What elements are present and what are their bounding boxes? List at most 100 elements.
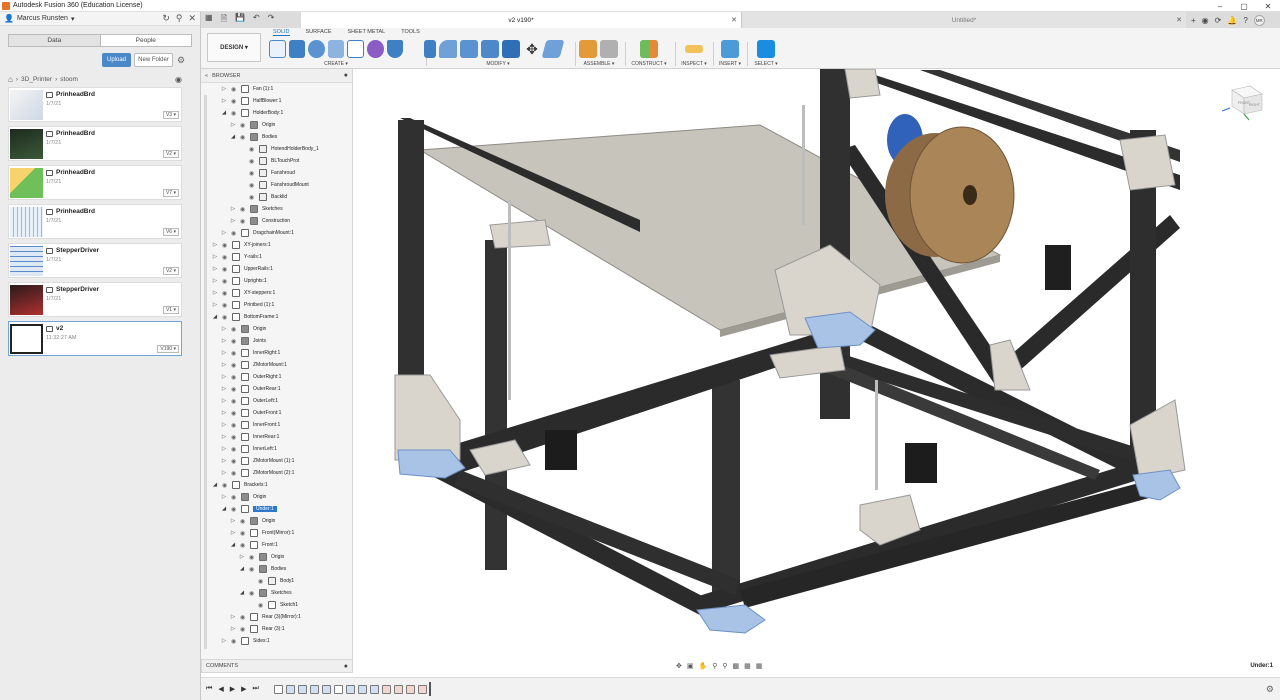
maximize-button[interactable]: ▢: [1232, 0, 1256, 12]
avatar[interactable]: MR: [1253, 14, 1265, 26]
close-icon[interactable]: ✕: [188, 13, 196, 24]
visibility-eye-icon[interactable]: ◉: [231, 374, 238, 381]
visibility-eye-icon[interactable]: ◉: [240, 134, 247, 141]
revolve-icon[interactable]: [308, 40, 325, 58]
expand-toggle-icon[interactable]: ▷: [221, 338, 227, 344]
visibility-eye-icon[interactable]: ◉: [249, 566, 256, 573]
shell-modify-icon[interactable]: [481, 40, 499, 58]
visibility-eye-icon[interactable]: ◉: [249, 170, 256, 177]
expand-toggle-icon[interactable]: ◢: [221, 110, 227, 116]
expand-toggle-icon[interactable]: ▷: [239, 554, 245, 560]
visibility-eye-icon[interactable]: ◉: [231, 506, 238, 513]
tree-node[interactable]: ◢ ◉ Brackets:1: [212, 479, 268, 491]
tree-node[interactable]: ▷ ◉ Sketches: [230, 203, 283, 215]
expand-toggle-icon[interactable]: ▷: [212, 290, 218, 296]
fit-icon[interactable]: ⚲: [722, 662, 727, 670]
tab-people[interactable]: People: [99, 35, 192, 46]
file-card[interactable]: v2 11:32:27 AM V190 ▾: [8, 321, 182, 356]
tree-node[interactable]: ▷ ◉ ZMotorMount (1):1: [221, 455, 294, 467]
tree-node[interactable]: ◢ ◉ Under:1: [221, 503, 277, 515]
tree-node[interactable]: ▷ ◉ Origin: [230, 119, 275, 131]
file-card[interactable]: PrinheadBrd 1/7/21 V2 ▾: [8, 126, 182, 161]
file-card[interactable]: PrinheadBrd 1/7/21 V7 ▾: [8, 165, 182, 200]
step-forward-icon[interactable]: ▶: [241, 685, 246, 693]
sweep-icon[interactable]: [327, 40, 345, 58]
user-name[interactable]: Marcus Runsten: [17, 15, 68, 22]
pattern-icon[interactable]: [347, 40, 364, 58]
visibility-eye-icon[interactable]: ◉: [249, 158, 256, 165]
visibility-eye-icon[interactable]: ◉: [231, 386, 238, 393]
chamfer-icon[interactable]: [460, 40, 478, 58]
expand-toggle-icon[interactable]: ▷: [212, 266, 218, 272]
visibility-eye-icon[interactable]: ◉: [249, 194, 256, 201]
look-at-icon[interactable]: ▣: [687, 662, 694, 670]
version-badge[interactable]: V2 ▾: [162, 150, 179, 158]
visibility-eye-icon[interactable]: ◉: [258, 602, 265, 609]
tree-node[interactable]: ▷ ◉ XY-steppers:1: [212, 287, 275, 299]
visibility-eye-icon[interactable]: ◉: [231, 422, 238, 429]
home-icon[interactable]: ⌂: [8, 75, 13, 84]
visibility-eye-icon[interactable]: ◉: [231, 494, 238, 501]
expand-toggle-icon[interactable]: ▷: [221, 470, 227, 476]
new-folder-button[interactable]: New Folder: [134, 53, 173, 67]
help-icon[interactable]: ?: [1243, 16, 1247, 25]
timeline-feature-icon[interactable]: [274, 684, 283, 694]
expand-toggle-icon[interactable]: ▷: [221, 350, 227, 356]
expand-toggle-icon[interactable]: ▷: [230, 218, 236, 224]
tree-node[interactable]: ▷ ◉ OuterLeft:1: [221, 395, 278, 407]
visibility-eye-icon[interactable]: ◉: [231, 110, 238, 117]
job-status-icon[interactable]: ⟳: [1215, 16, 1222, 25]
version-badge[interactable]: V6 ▾: [162, 228, 179, 236]
expand-toggle-icon[interactable]: [239, 170, 245, 176]
visibility-eye-icon[interactable]: ◉: [222, 290, 229, 297]
visibility-eye-icon[interactable]: ◉: [249, 182, 256, 189]
expand-toggle-icon[interactable]: ▷: [230, 614, 236, 620]
tree-node[interactable]: ▷ ◉ Construction: [230, 215, 290, 227]
expand-toggle-icon[interactable]: ◢: [239, 566, 245, 572]
align-icon[interactable]: [541, 40, 565, 58]
visibility-eye-icon[interactable]: ◉: [231, 434, 238, 441]
expand-toggle-icon[interactable]: ▷: [221, 362, 227, 368]
version-badge[interactable]: V1 ▾: [162, 306, 179, 314]
close-icon[interactable]: ✕: [1176, 16, 1182, 24]
tree-node[interactable]: ◉ Body1: [248, 575, 294, 587]
new-component-assemble-icon[interactable]: [579, 40, 597, 58]
tree-node[interactable]: ◉ Fanshroud: [239, 167, 295, 179]
tree-node[interactable]: ▷ ◉ Y-rails:1: [212, 251, 262, 263]
tree-node[interactable]: ▷ ◉ InnerRight:1: [221, 347, 280, 359]
close-icon[interactable]: ✕: [731, 16, 737, 24]
extensions-icon[interactable]: ◉: [1202, 16, 1209, 25]
expand-toggle-icon[interactable]: ◢: [239, 590, 245, 596]
timeline-feature-icon[interactable]: [298, 684, 307, 694]
save-icon[interactable]: 💾: [235, 13, 245, 27]
file-card[interactable]: PrinheadBrd 1/7/21 V6 ▾: [8, 204, 182, 239]
collapse-icon[interactable]: «: [205, 73, 208, 79]
view-cube[interactable]: FRONT RIGHT: [1222, 80, 1268, 122]
chevron-down-icon[interactable]: ▾: [71, 15, 75, 23]
press-pull-icon[interactable]: [424, 40, 436, 58]
gear-icon[interactable]: ⚙: [1266, 684, 1274, 695]
tree-node[interactable]: ▷ ◉ Uprights:1: [212, 275, 267, 287]
visibility-eye-icon[interactable]: ◉: [231, 86, 238, 93]
tree-node[interactable]: ▷ ◉ UpperRails:1: [212, 263, 273, 275]
visibility-eye-icon[interactable]: ◉: [222, 302, 229, 309]
visibility-eye-icon[interactable]: ◉: [240, 122, 247, 129]
create-menu[interactable]: CREATE ▾: [269, 61, 403, 67]
notifications-icon[interactable]: 🔔: [1227, 16, 1237, 25]
new-component-icon[interactable]: [269, 40, 286, 58]
grid-settings-icon[interactable]: ▦: [744, 662, 751, 670]
play-icon[interactable]: ▶: [230, 685, 235, 693]
visibility-eye-icon[interactable]: ◉: [240, 542, 247, 549]
tree-node[interactable]: ▷ ◉ HalfBlower:1: [221, 95, 281, 107]
tree-node[interactable]: ▷ ◉ Origin: [221, 491, 266, 503]
construct-menu[interactable]: CONSTRUCT ▾: [627, 61, 671, 67]
tree-node[interactable]: ▷ ◉ OuterRight:1: [221, 371, 281, 383]
timeline-feature-icon[interactable]: [382, 684, 391, 694]
visibility-eye-icon[interactable]: ◉: [231, 338, 238, 345]
expand-toggle-icon[interactable]: ▷: [221, 398, 227, 404]
visibility-eye-icon[interactable]: ◉: [222, 482, 229, 489]
tab-tools[interactable]: TOOLS: [401, 29, 420, 36]
expand-toggle-icon[interactable]: ▷: [221, 326, 227, 332]
tree-node[interactable]: ◢ ◉ BottomFrame:1: [212, 311, 278, 323]
tree-node[interactable]: ▷ ◉ Fan (1):1: [221, 83, 273, 95]
